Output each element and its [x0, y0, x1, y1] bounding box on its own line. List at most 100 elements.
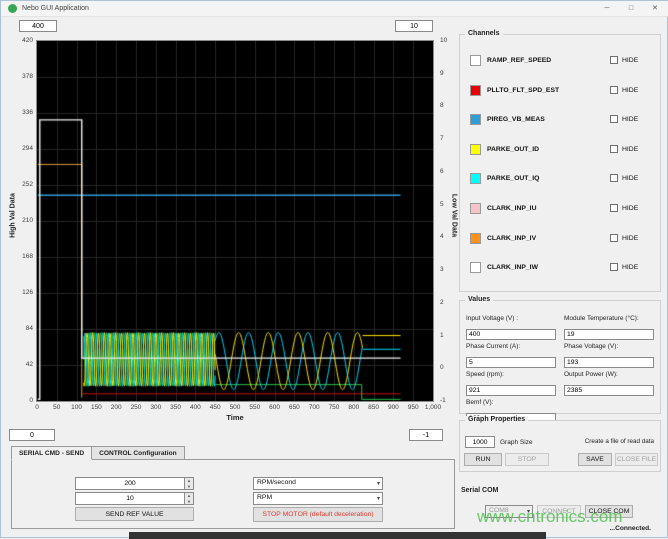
channel-name-label: CLARK_INP_IU — [487, 205, 537, 212]
channel-row: CLARK_INP_IW HIDE — [460, 262, 660, 275]
run-button[interactable]: RUN — [464, 453, 502, 466]
hide-checkbox[interactable] — [610, 233, 618, 242]
channels-title: Channels — [465, 30, 503, 37]
left-axis-tick-label: 84 — [25, 325, 33, 332]
serial-com-title: Serial COM — [461, 487, 499, 494]
hide-checkbox[interactable] — [610, 263, 618, 272]
right-axis-tick-label: 0 — [440, 364, 444, 372]
channel-row: CLARK_INP_IU HIDE — [460, 203, 660, 216]
send-ref-value-button[interactable]: SEND REF VALUE — [75, 507, 194, 521]
hide-checkbox[interactable] — [610, 85, 618, 94]
value-field: Input Voltage (V) : — [466, 315, 556, 341]
left-axis-tick-label: 42 — [25, 361, 33, 368]
x-axis-tick-label: 1,000 — [424, 404, 442, 411]
tab-serial-cmd-send[interactable]: SERIAL CMD - SEND — [11, 446, 93, 460]
chevron-down-icon: ▾ — [376, 496, 380, 502]
waveform-chart — [37, 41, 433, 401]
high-scale-min-input[interactable] — [9, 429, 55, 441]
channel-name-label: RAMP_REF_SPEED — [487, 57, 552, 64]
graph-properties-group: Graph Properties Graph Size Create a fil… — [459, 416, 661, 472]
spinner-arrows-icon[interactable]: ▲ ▼ — [185, 477, 194, 490]
right-axis-tick-label: 3 — [440, 266, 444, 274]
unit2-value: RPM — [257, 494, 273, 501]
unit1-value: RPM/second — [257, 479, 296, 486]
value-field-input[interactable] — [466, 357, 556, 368]
minimize-button-icon[interactable]: ─ — [595, 1, 619, 16]
graph-size-label: Graph Size — [500, 439, 533, 446]
left-axis-tick-label: 294 — [22, 145, 33, 152]
close-file-button[interactable]: CLOSE FILE — [615, 453, 658, 466]
ref-value-input[interactable] — [75, 477, 185, 490]
x-axis-ticks: 0 50 100 150 200 250 300 350 400 450 500 550 600 650 7… — [35, 404, 441, 412]
ramp-value-spinner[interactable]: ▲▼ — [75, 492, 194, 505]
value-field-input[interactable] — [564, 385, 654, 396]
left-axis-label: High Val Data — [9, 193, 17, 238]
left-axis-tick-label: 378 — [22, 73, 33, 80]
create-file-label: Create a file of read data — [584, 438, 654, 445]
right-axis-tick-label: 9 — [440, 69, 444, 77]
hide-checkbox-label: HIDE — [622, 234, 639, 242]
value-field-input[interactable] — [466, 385, 556, 396]
stop-button[interactable]: STOP — [505, 453, 549, 466]
channel-row: RAMP_REF_SPEED HIDE — [460, 55, 660, 68]
ref-value-spinner[interactable]: ▲▼ — [75, 477, 194, 490]
right-axis-tick-label: 2 — [440, 298, 444, 306]
left-axis-tick-label: 168 — [22, 253, 33, 260]
ramp-value-input[interactable] — [75, 492, 185, 505]
channel-name-label: CLARK_INP_IW — [487, 264, 538, 272]
values-group: Values Input Voltage (V) : Module Tempera… — [459, 296, 661, 424]
value-field-input[interactable] — [564, 329, 654, 340]
unit1-select[interactable]: RPM/second ▾ — [253, 477, 383, 490]
tab-control-configuration[interactable]: CONTROL Configuration — [92, 446, 185, 460]
channel-color-swatch — [470, 262, 481, 274]
title-bar: Nebo GUI Application ─ □ ✕ — [1, 1, 668, 17]
value-field-label: Phase Voltage (V): — [564, 343, 619, 350]
watermark: www.cntronics.com — [477, 507, 623, 526]
channel-color-swatch — [470, 84, 481, 96]
maximize-button-icon[interactable]: □ — [619, 1, 643, 16]
window-title: Nebo GUI Application — [22, 5, 89, 12]
channel-row: PARKE_OUT_IQ HIDE — [460, 173, 660, 186]
hide-checkbox[interactable] — [610, 204, 618, 212]
value-field: Output Power (W): — [564, 371, 654, 397]
left-axis-tick-label: 336 — [22, 109, 33, 116]
hide-checkbox-label: HIDE — [622, 86, 639, 94]
save-button[interactable]: SAVE — [578, 453, 612, 466]
channel-color-swatch — [470, 232, 481, 244]
hide-checkbox-label: HIDE — [622, 175, 639, 183]
hide-checkbox[interactable] — [610, 174, 618, 183]
channel-name-label: PIREG_VB_MEAS — [487, 116, 545, 124]
channel-name-label: CLARK_INP_IV — [487, 234, 537, 242]
value-field-input[interactable] — [466, 329, 556, 340]
hide-checkbox[interactable] — [610, 56, 618, 64]
low-scale-max-input[interactable] — [395, 20, 433, 32]
right-axis-label: Low Val Data — [450, 193, 458, 238]
channels-group: Channels RAMP_REF_SPEED HIDE PLLTO_FLT_SPD… — [459, 30, 661, 292]
value-field-input[interactable] — [564, 357, 654, 368]
channel-color-swatch — [470, 173, 481, 185]
unit2-select[interactable]: RPM ▾ — [253, 492, 383, 505]
value-field: Phase Current (A): — [466, 343, 556, 369]
right-axis-tick-label: 8 — [440, 102, 444, 110]
channel-color-swatch — [470, 55, 481, 66]
hide-checkbox-label: HIDE — [622, 264, 639, 272]
app-icon — [8, 4, 17, 13]
channel-name-label: PARKE_OUT_IQ — [487, 175, 540, 183]
high-scale-max-input[interactable] — [19, 20, 57, 32]
values-title: Values — [465, 296, 494, 303]
spinner-arrows-icon[interactable]: ▲ ▼ — [185, 492, 194, 505]
graph-properties-title: Graph Properties — [465, 416, 529, 423]
tab-strip: SERIAL CMD - SEND CONTROL Configuration — [11, 446, 185, 460]
channel-row: PIREG_VB_MEAS HIDE — [460, 114, 660, 127]
value-field-label: Input Voltage (V) : — [466, 315, 519, 322]
close-button-icon[interactable]: ✕ — [643, 1, 667, 16]
hide-checkbox[interactable] — [610, 144, 618, 153]
graph-size-input[interactable] — [465, 436, 495, 448]
plot-area — [36, 40, 434, 402]
channel-color-swatch — [470, 114, 481, 126]
low-scale-min-input[interactable] — [409, 429, 443, 441]
value-field-label: Phase Current (A): — [466, 343, 521, 350]
hide-checkbox[interactable] — [610, 115, 618, 124]
left-axis-tick-label: 126 — [22, 289, 33, 296]
stop-motor-button[interactable]: STOP MOTOR (default deceleration) — [253, 507, 383, 522]
